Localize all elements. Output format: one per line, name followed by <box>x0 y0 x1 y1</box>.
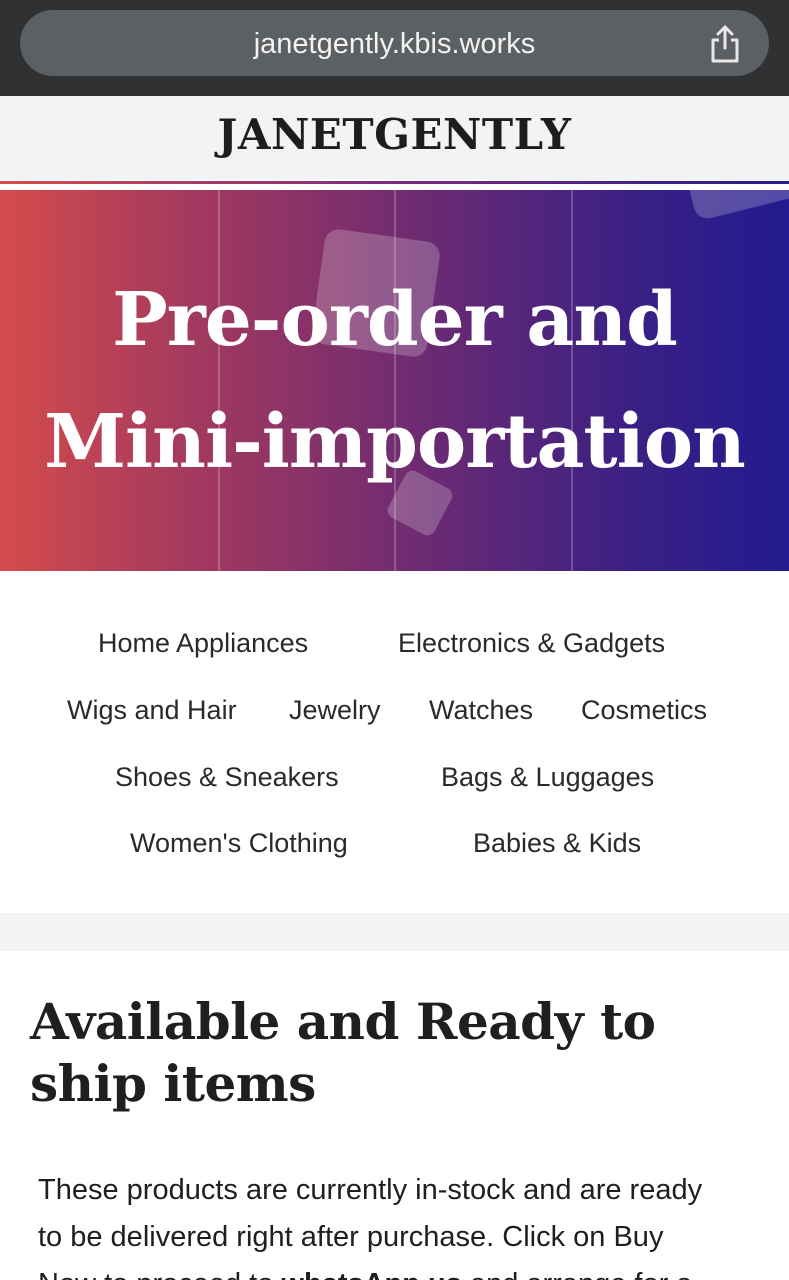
site-header: JANETGENTLY <box>0 96 789 180</box>
hero-banner: Pre-order and Mini-importation <box>0 190 789 571</box>
address-bar[interactable]: janetgently.kbis.works <box>20 10 769 76</box>
hero-heading-line-1: Pre-order and <box>112 277 678 363</box>
section-description: These products are currently in-stock an… <box>38 1167 758 1280</box>
category-bags-luggages[interactable]: Bags & Luggages <box>441 761 654 793</box>
category-watches[interactable]: Watches <box>429 694 533 726</box>
available-items-section: Available and Ready to ship items These … <box>0 951 789 1280</box>
section-title: Available and Ready to ship items <box>30 991 750 1115</box>
browser-toolbar: janetgently.kbis.works <box>0 0 789 96</box>
site-title[interactable]: JANETGENTLY <box>0 110 789 160</box>
description-line-3-start: Now to proceed to <box>38 1268 281 1280</box>
url-text[interactable]: janetgently.kbis.works <box>20 29 769 59</box>
category-home-appliances[interactable]: Home Appliances <box>98 627 308 659</box>
header-divider <box>0 180 789 190</box>
category-nav: Home Appliances Electronics & Gadgets Wi… <box>0 571 789 913</box>
category-babies-kids[interactable]: Babies & Kids <box>473 827 641 859</box>
description-line-2: to be delivered right after purchase. Cl… <box>38 1221 664 1253</box>
category-electronics-gadgets[interactable]: Electronics & Gadgets <box>398 627 665 659</box>
description-line-1: These products are currently in-stock an… <box>38 1174 703 1206</box>
section-divider <box>0 913 789 951</box>
share-icon[interactable] <box>707 24 743 64</box>
category-shoes-sneakers[interactable]: Shoes & Sneakers <box>115 761 339 793</box>
description-line-3-end: and arrange for a <box>462 1268 693 1280</box>
decorative-square <box>681 190 789 222</box>
category-womens-clothing[interactable]: Women's Clothing <box>130 827 348 859</box>
whatsapp-link[interactable]: whatsApp us <box>281 1268 461 1280</box>
category-jewelry[interactable]: Jewelry <box>289 694 381 726</box>
category-cosmetics[interactable]: Cosmetics <box>581 694 707 726</box>
section-title-line-2: ship items <box>30 1054 316 1113</box>
section-title-line-1: Available and Ready to <box>30 992 656 1051</box>
category-wigs-and-hair[interactable]: Wigs and Hair <box>67 694 237 726</box>
hero-heading-line-2: Mini-importation <box>44 399 746 485</box>
